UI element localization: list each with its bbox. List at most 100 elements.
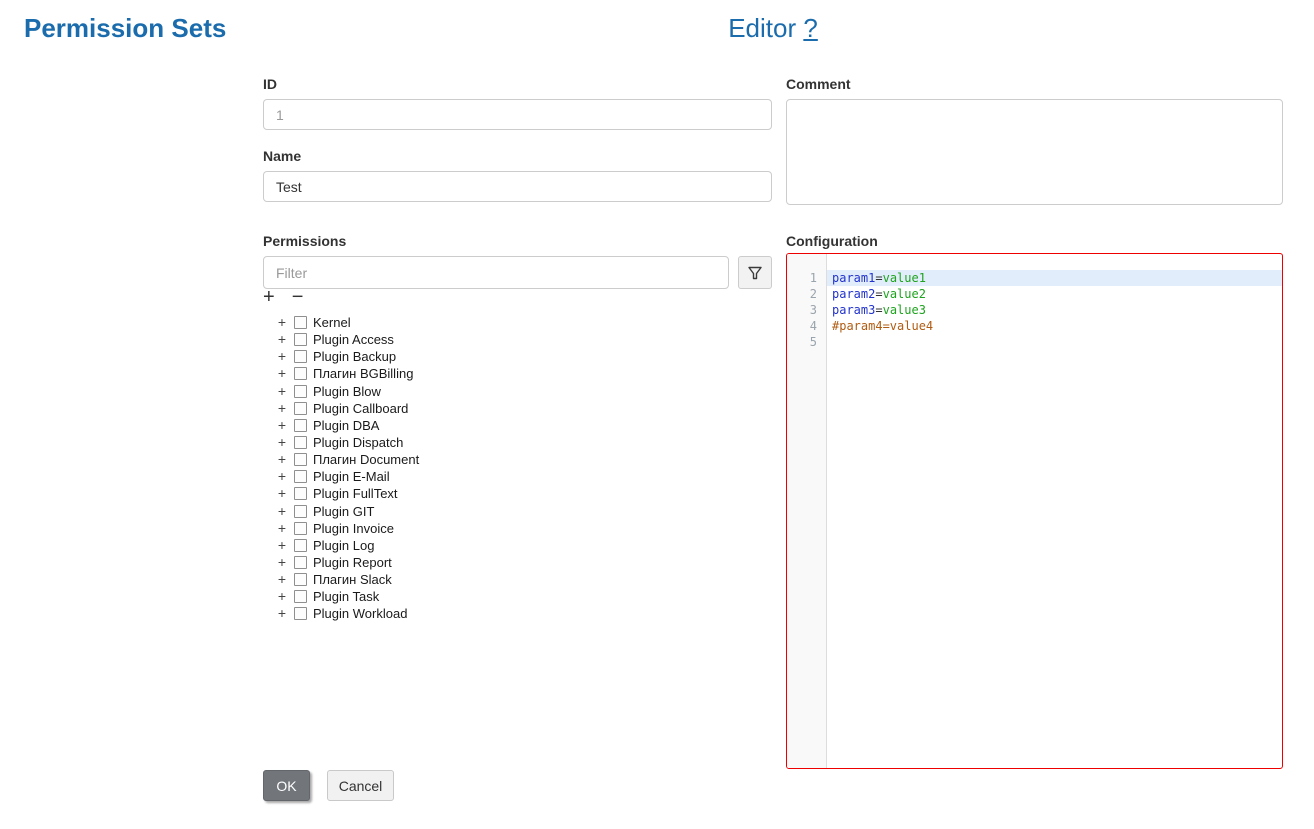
tree-item-checkbox[interactable] [294,333,307,346]
tree-item: + Plugin Report [263,554,763,571]
editor-title: Editor ? [263,13,1283,44]
tree-item-checkbox[interactable] [294,316,307,329]
code-token: param3 [832,303,875,317]
tree-expander-icon[interactable]: + [277,607,287,620]
tree-item-checkbox[interactable] [294,385,307,398]
tree-item-checkbox[interactable] [294,419,307,432]
tree-item: + Plugin GIT [263,503,763,520]
tree-item: + Plugin Invoice [263,520,763,537]
tree-item: + Plugin Backup [263,348,763,365]
tree-item: + Plugin Workload [263,605,763,622]
tree-item-checkbox[interactable] [294,590,307,603]
tree-item-checkbox[interactable] [294,556,307,569]
comment-label: Comment [786,76,851,92]
tree-expander-icon[interactable]: + [277,573,287,586]
filter-input[interactable] [263,256,729,289]
tree-item-label[interactable]: Plugin Blow [313,384,381,399]
comment-field[interactable] [786,99,1283,205]
tree-item: + Plugin Task [263,588,763,605]
tree-item-label[interactable]: Plugin Backup [313,349,396,364]
code-line [827,334,1282,350]
tree-item: + Plugin Access [263,331,763,348]
tree-item-label[interactable]: Плагин Document [313,452,419,467]
tree-item-checkbox[interactable] [294,470,307,483]
filter-button[interactable] [738,256,772,289]
code-token: value3 [883,303,926,317]
page-title: Permission Sets [24,13,226,44]
tree-item-checkbox[interactable] [294,505,307,518]
id-field[interactable] [263,99,772,130]
tree-item-checkbox[interactable] [294,436,307,449]
tree-expander-icon[interactable]: + [277,316,287,329]
tree-item-label[interactable]: Plugin Access [313,332,394,347]
tree-item-label[interactable]: Plugin Callboard [313,401,408,416]
tree-item-checkbox[interactable] [294,522,307,535]
filter-funnel-icon [747,265,763,281]
tree-item: + Плагин Document [263,451,763,468]
code-token: param2 [832,287,875,301]
ok-button[interactable]: OK [263,770,310,801]
tree-item-checkbox[interactable] [294,453,307,466]
tree-item-label[interactable]: Kernel [313,315,351,330]
tree-expander-icon[interactable]: + [277,453,287,466]
tree-item-checkbox[interactable] [294,487,307,500]
tree-item: + Plugin Callboard [263,400,763,417]
tree-expander-icon[interactable]: + [277,436,287,449]
tree-expander-icon[interactable]: + [277,522,287,535]
help-link[interactable]: ? [803,13,817,43]
tree-item-label[interactable]: Plugin FullText [313,486,398,501]
tree-item: + Kernel [263,314,763,331]
cancel-button[interactable]: Cancel [327,770,394,801]
tree-expander-icon[interactable]: + [277,419,287,432]
line-number: 5 [787,334,826,350]
tree-expander-icon[interactable]: + [277,367,287,380]
tree-expander-icon[interactable]: + [277,487,287,500]
tree-item-checkbox[interactable] [294,367,307,380]
code-token: param1 [832,271,875,285]
tree-item: + Плагин Slack [263,571,763,588]
tree-item-label[interactable]: Plugin E-Mail [313,469,390,484]
line-number: 1 [787,270,826,286]
tree-expander-icon[interactable]: + [277,333,287,346]
tree-expander-icon[interactable]: + [277,539,287,552]
expand-all-button[interactable]: + [263,287,275,307]
tree-expander-icon[interactable]: + [277,590,287,603]
code-token: value2 [883,287,926,301]
code-token: #param4=value4 [832,319,933,333]
tree-item-label[interactable]: Плагин BGBilling [313,366,413,381]
tree-item-checkbox[interactable] [294,350,307,363]
tree-expander-icon[interactable]: + [277,402,287,415]
tree-item-checkbox[interactable] [294,573,307,586]
tree-item-label[interactable]: Plugin Task [313,589,379,604]
editor-code-area[interactable]: param1=value1param2=value2param3=value3#… [827,254,1282,768]
name-label: Name [263,148,301,164]
tree-item-label[interactable]: Plugin GIT [313,504,374,519]
code-line: #param4=value4 [827,318,1282,334]
permissions-label: Permissions [263,233,346,249]
editor-line-numbers: 12345 [787,254,827,768]
tree-item-label[interactable]: Plugin Log [313,538,374,553]
tree-item-checkbox[interactable] [294,539,307,552]
tree-expander-icon[interactable]: + [277,556,287,569]
editor-title-text: Editor [728,13,796,43]
configuration-label: Configuration [786,233,878,249]
tree-item: + Plugin Dispatch [263,434,763,451]
tree-item-checkbox[interactable] [294,607,307,620]
tree-controls: + − [263,287,303,307]
tree-expander-icon[interactable]: + [277,385,287,398]
tree-item: + Плагин BGBilling [263,365,763,382]
tree-item: + Plugin Blow [263,383,763,400]
collapse-all-button[interactable]: − [292,287,304,307]
tree-item-label[interactable]: Plugin Report [313,555,392,570]
tree-item-label[interactable]: Plugin DBA [313,418,379,433]
tree-expander-icon[interactable]: + [277,505,287,518]
code-line: param2=value2 [827,286,1282,302]
tree-expander-icon[interactable]: + [277,470,287,483]
tree-item-label[interactable]: Plugin Workload [313,606,407,621]
name-field[interactable] [263,171,772,202]
tree-item-checkbox[interactable] [294,402,307,415]
tree-expander-icon[interactable]: + [277,350,287,363]
tree-item-label[interactable]: Plugin Dispatch [313,435,403,450]
tree-item-label[interactable]: Плагин Slack [313,572,392,587]
tree-item-label[interactable]: Plugin Invoice [313,521,394,536]
